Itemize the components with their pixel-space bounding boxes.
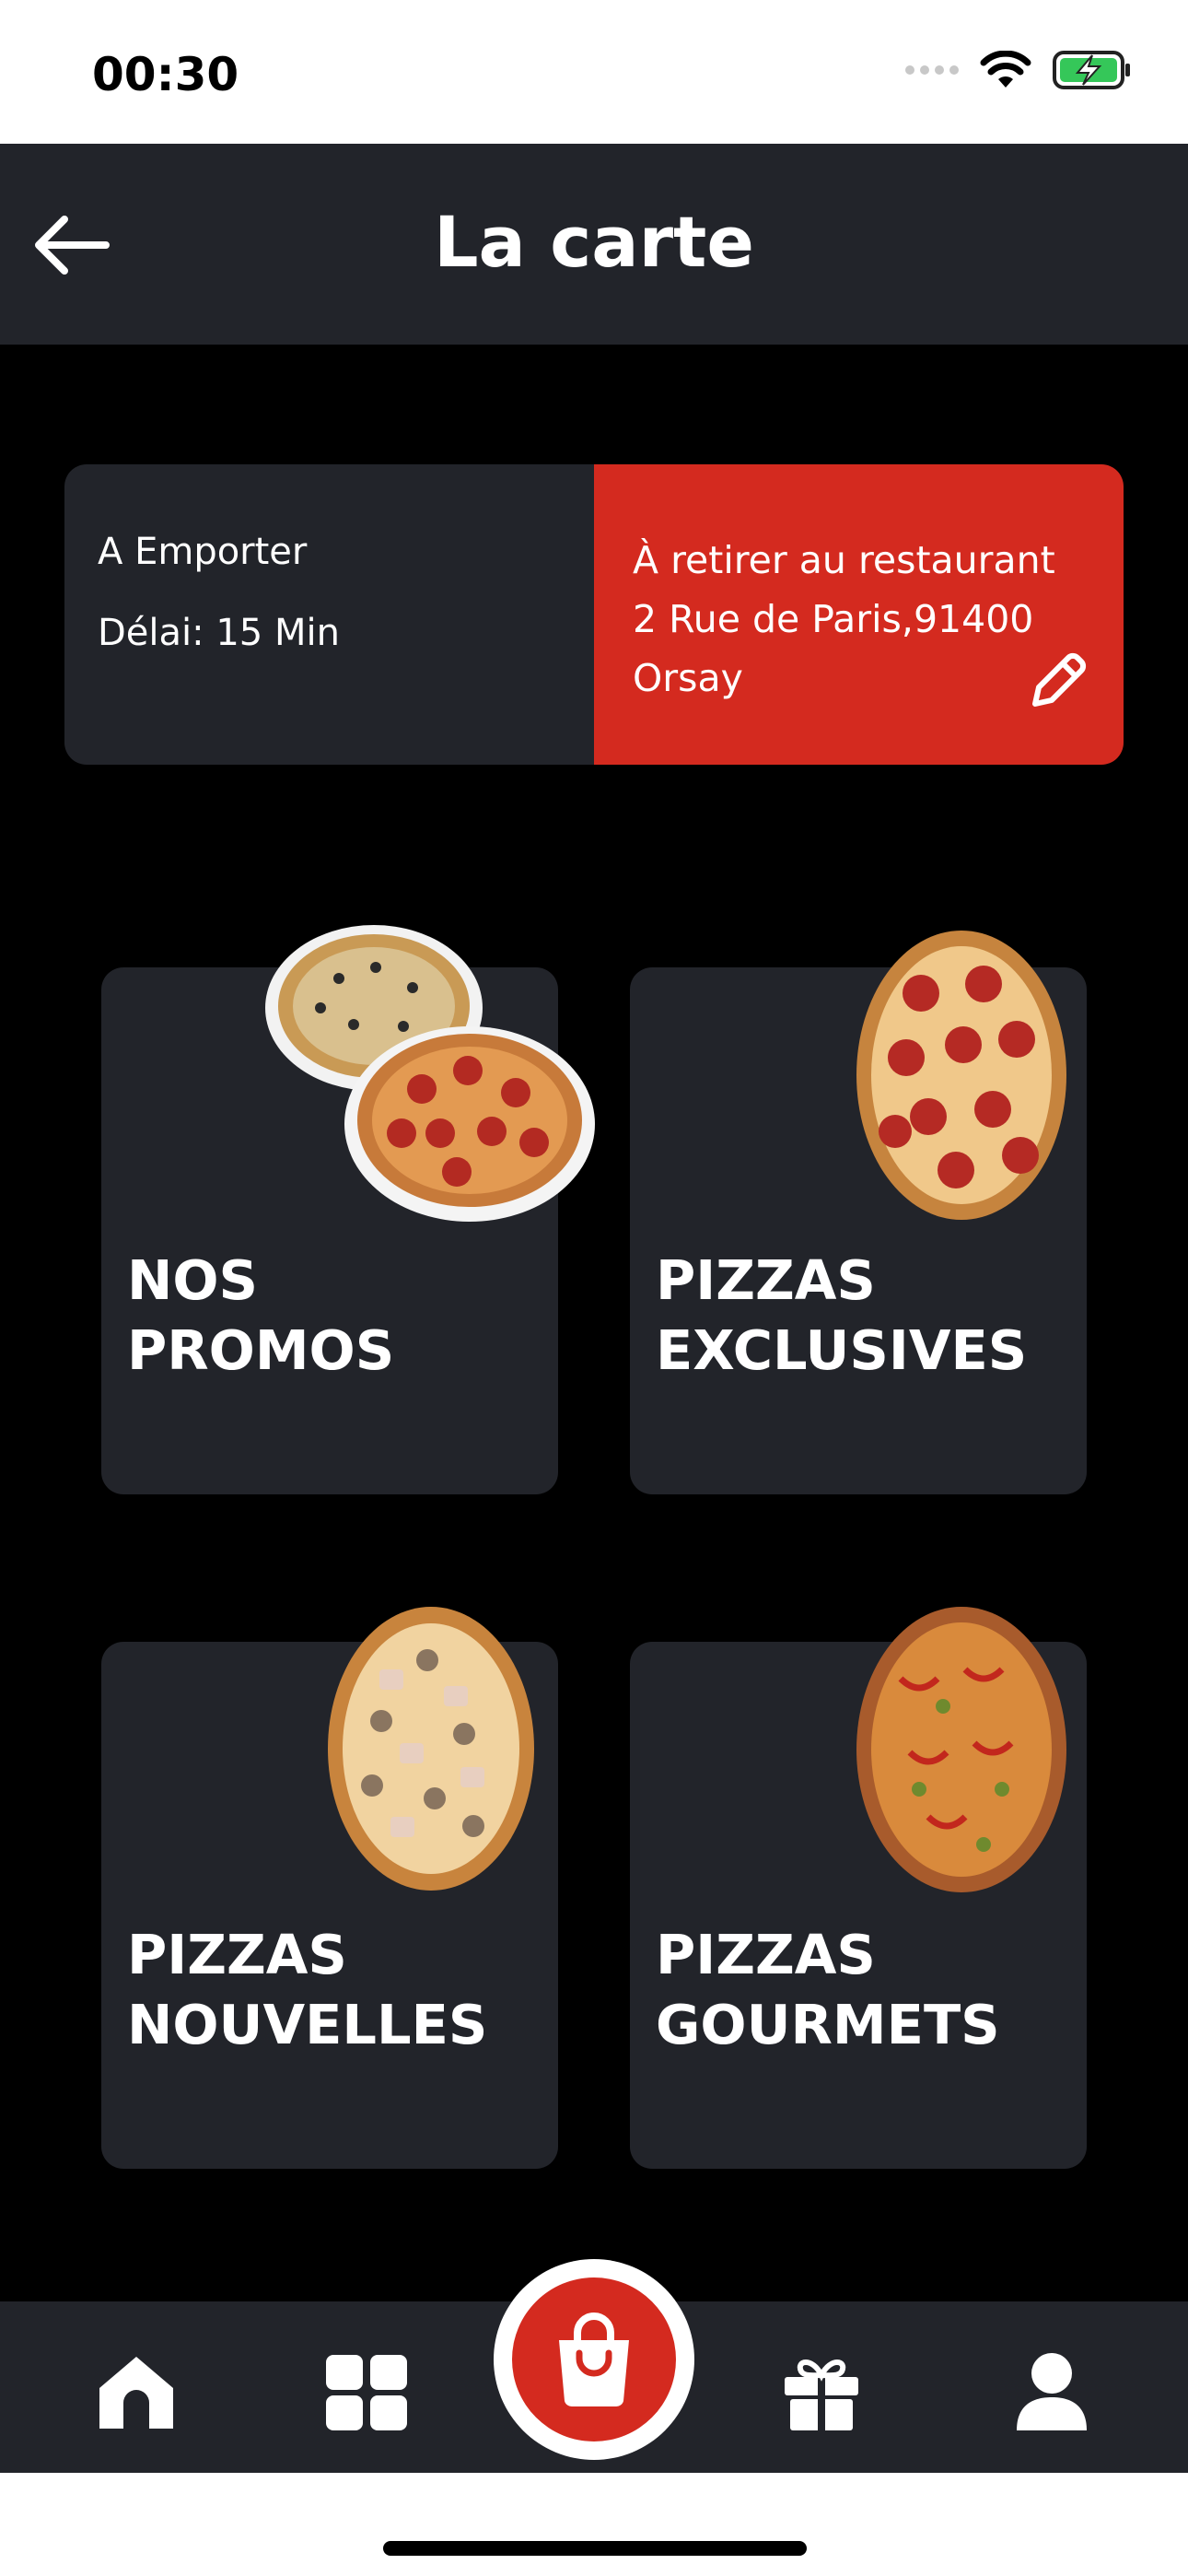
gourmet-pizza-image: [856, 1607, 1066, 1892]
home-indicator[interactable]: [383, 2541, 807, 2556]
home-icon: [99, 2357, 173, 2429]
cellular-signal-icon: [905, 65, 959, 75]
status-icons: [904, 50, 1133, 90]
gift-icon: [785, 2359, 858, 2430]
pickup-line: Orsay: [633, 656, 743, 700]
pickup-line: 2 Rue de Paris,91400: [633, 597, 1034, 641]
category-label: PIZZAS GOURMETS: [656, 1923, 1000, 2056]
battery-charging-icon: [1053, 51, 1130, 89]
category-label: PIZZAS EXCLUSIVES: [656, 1248, 1028, 1382]
header: La carte: [0, 144, 1188, 345]
page-title: La carte: [434, 201, 754, 283]
nav-gifts[interactable]: [775, 2346, 868, 2438]
nav-menu[interactable]: [320, 2346, 413, 2438]
user-icon: [1017, 2353, 1087, 2430]
cart-button[interactable]: [494, 2259, 694, 2460]
promo-pizzas-image: [265, 925, 595, 1222]
nav-home[interactable]: [90, 2346, 182, 2438]
pickup-line: À retirer au restaurant: [633, 538, 1055, 582]
order-type-panel[interactable]: A Emporter Délai: 15 Min: [64, 464, 594, 765]
shopping-bag-icon: [559, 2313, 629, 2407]
pencil-icon: [1032, 652, 1087, 707]
cart-button-inner: [512, 2277, 676, 2441]
category-label: NOS PROMOS: [127, 1248, 395, 1382]
order-mode-card: A Emporter Délai: 15 Min À retirer au re…: [64, 464, 1124, 765]
status-time: 00:30: [92, 48, 239, 101]
grid-icon: [326, 2355, 407, 2430]
order-delay-label: Délai: 15 Min: [98, 612, 340, 654]
order-type-label: A Emporter: [98, 531, 308, 573]
wifi-icon: [980, 51, 1031, 88]
nouvelles-pizza-image: [328, 1607, 534, 1891]
status-bar: 00:30: [0, 0, 1188, 144]
nav-profile[interactable]: [1006, 2346, 1098, 2438]
pickup-address-panel[interactable]: À retirer au restaurant 2 Rue de Paris,9…: [594, 464, 1124, 765]
category-label: PIZZAS NOUVELLES: [127, 1923, 488, 2056]
edit-address-button[interactable]: [1024, 647, 1092, 715]
home-indicator-area: [0, 2473, 1188, 2576]
exclusive-pizza-image: [856, 931, 1066, 1220]
pickup-address: À retirer au restaurant 2 Rue de Paris,9…: [633, 531, 1075, 708]
